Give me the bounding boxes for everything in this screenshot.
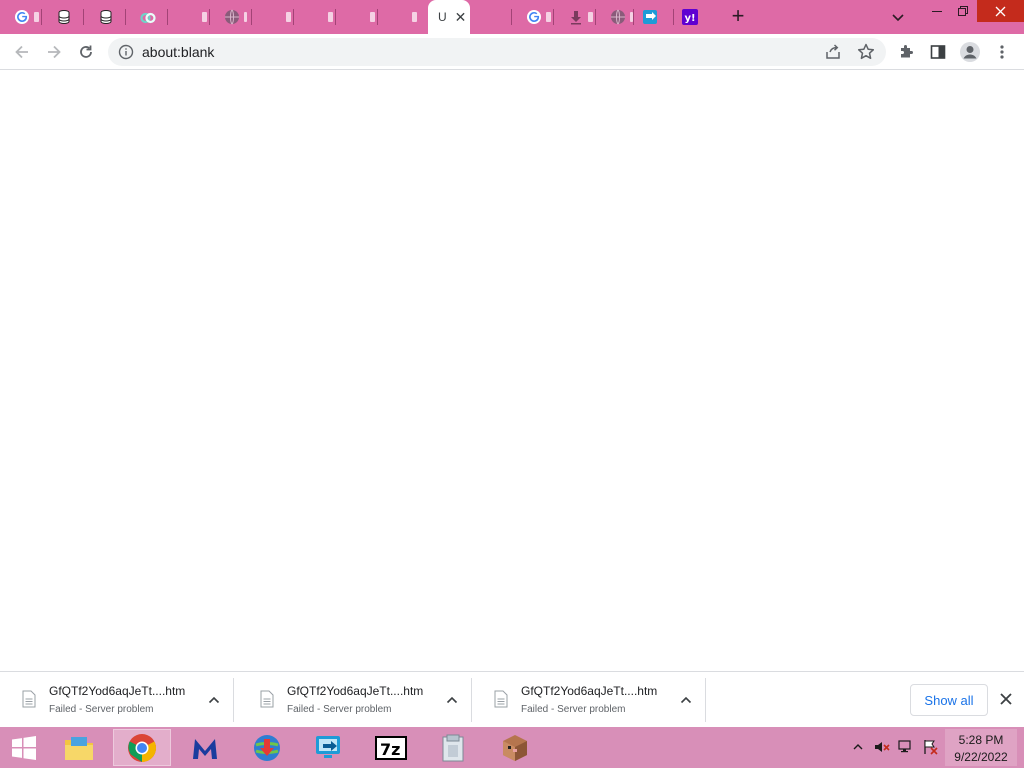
downloads-shelf: GfQTf2Yod6aqJeTt....htm Failed - Server … xyxy=(0,671,1024,727)
tab-active[interactable]: U ✕ xyxy=(428,0,470,34)
download-status: Failed - Server problem xyxy=(521,704,626,715)
reload-button[interactable] xyxy=(74,40,98,64)
globe-icon xyxy=(610,9,626,25)
start-button[interactable] xyxy=(0,729,48,766)
link-icon xyxy=(140,9,156,25)
network-icon[interactable] xyxy=(898,739,914,755)
system-clock[interactable]: 5:28 PM 9/22/2022 xyxy=(945,729,1017,766)
google-icon xyxy=(14,9,30,25)
tab-blank-4[interactable] xyxy=(336,0,378,34)
tab-globe-2[interactable] xyxy=(596,0,634,34)
download-filename: GfQTf2Yod6aqJeTt....htm xyxy=(49,684,186,698)
tab-remote-desktop[interactable] xyxy=(634,0,674,34)
profile-avatar-icon[interactable] xyxy=(958,40,982,64)
browser-toolbar: about:blank xyxy=(0,34,1024,70)
menu-icon[interactable] xyxy=(990,40,1014,64)
tab-blank-3[interactable] xyxy=(294,0,336,34)
download-status: Failed - Server problem xyxy=(287,704,392,715)
database-icon xyxy=(98,9,114,25)
restore-button[interactable] xyxy=(950,0,976,22)
page-content[interactable] xyxy=(0,71,1024,671)
side-panel-icon[interactable] xyxy=(926,40,950,64)
download-item[interactable]: GfQTf2Yod6aqJeTt....htm Failed - Server … xyxy=(0,678,234,722)
minimize-button[interactable] xyxy=(924,0,950,22)
volume-muted-icon[interactable] xyxy=(874,739,890,755)
taskbar-chrome[interactable] xyxy=(113,729,171,766)
taskbar-file-explorer[interactable] xyxy=(50,729,108,766)
database-icon xyxy=(56,9,72,25)
bookmark-star-icon[interactable] xyxy=(856,42,876,62)
chevron-up-icon[interactable] xyxy=(444,692,460,708)
close-tab-icon[interactable]: ✕ xyxy=(455,9,467,26)
download-filename: GfQTf2Yod6aqJeTt....htm xyxy=(287,684,424,698)
clock-date: 9/22/2022 xyxy=(954,750,1008,764)
close-shelf-icon[interactable] xyxy=(998,691,1014,707)
taskbar-minecraft[interactable] xyxy=(486,729,544,766)
windows-taskbar: 7z 5:28 PM 9/22/2022 xyxy=(0,727,1024,768)
back-button[interactable] xyxy=(10,40,34,64)
chevron-up-icon[interactable] xyxy=(678,692,694,708)
tab-yahoo[interactable]: y! xyxy=(674,0,716,34)
tab-search-icon[interactable] xyxy=(889,8,907,26)
address-bar[interactable]: about:blank xyxy=(108,38,886,66)
tab-database[interactable] xyxy=(42,0,84,34)
svg-text:7z: 7z xyxy=(380,740,400,759)
tab-blank-1[interactable] xyxy=(168,0,210,34)
clock-time: 5:28 PM xyxy=(958,733,1004,747)
tab-download[interactable] xyxy=(554,0,596,34)
download-icon xyxy=(568,9,584,25)
new-tab-button[interactable]: + xyxy=(727,5,749,28)
file-icon xyxy=(22,690,36,708)
taskbar-7zip[interactable]: 7z xyxy=(362,729,420,766)
tab-link[interactable] xyxy=(126,0,168,34)
download-item[interactable]: GfQTf2Yod6aqJeTt....htm Failed - Server … xyxy=(238,678,472,722)
show-all-button[interactable]: Show all xyxy=(910,684,988,716)
download-filename: GfQTf2Yod6aqJeTt....htm xyxy=(521,684,658,698)
tab-title: U xyxy=(438,10,447,24)
share-icon[interactable] xyxy=(824,43,842,61)
taskbar-malwarebytes[interactable] xyxy=(176,729,234,766)
file-icon xyxy=(494,690,508,708)
show-hidden-icons-icon[interactable] xyxy=(850,739,866,755)
tab-google-2[interactable] xyxy=(512,0,554,34)
tab-blank-6[interactable] xyxy=(470,0,512,34)
tab-database-2[interactable] xyxy=(84,0,126,34)
action-center-flag-icon[interactable] xyxy=(922,739,938,755)
tab-blank-2[interactable] xyxy=(252,0,294,34)
download-item[interactable]: GfQTf2Yod6aqJeTt....htm Failed - Server … xyxy=(472,678,706,722)
chevron-up-icon[interactable] xyxy=(206,692,222,708)
taskbar-remote-desktop[interactable] xyxy=(300,729,358,766)
tab-globe[interactable] xyxy=(210,0,252,34)
yahoo-icon: y! xyxy=(682,9,698,25)
forward-button[interactable] xyxy=(42,40,66,64)
tab-google[interactable] xyxy=(0,0,42,34)
extensions-icon[interactable] xyxy=(894,40,918,64)
close-window-button[interactable] xyxy=(977,0,1024,22)
svg-text:y!: y! xyxy=(685,13,696,24)
google-icon xyxy=(526,9,542,25)
download-status: Failed - Server problem xyxy=(49,704,154,715)
tab-strip: U ✕ y! + xyxy=(0,0,1024,34)
remote-desktop-icon xyxy=(642,9,658,25)
taskbar-archive[interactable] xyxy=(424,729,482,766)
info-icon[interactable] xyxy=(118,44,134,60)
taskbar-internet-download-manager[interactable] xyxy=(238,729,296,766)
globe-icon xyxy=(224,9,240,25)
tab-blank-5[interactable] xyxy=(378,0,426,34)
url-text[interactable]: about:blank xyxy=(142,44,214,60)
file-icon xyxy=(260,690,274,708)
